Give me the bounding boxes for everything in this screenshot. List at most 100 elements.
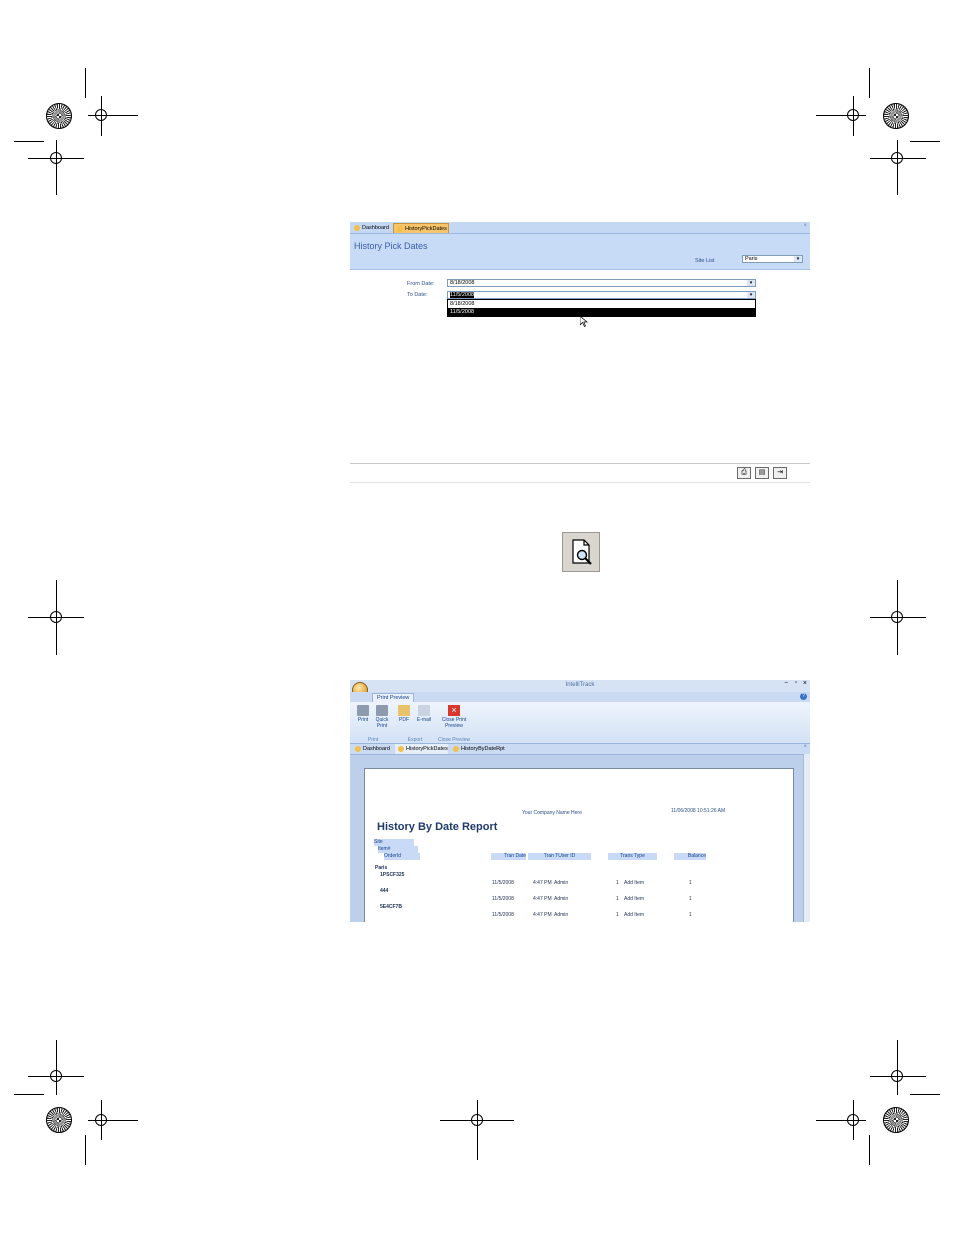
cell-date: 11/5/2008 [492,896,514,902]
to-date-combo[interactable]: 11/5/2008 ▾ [447,291,756,299]
tab-dashboard[interactable]: Dashboard [352,744,394,754]
email-button[interactable]: E-mail [415,705,433,723]
form-footer-divider [350,463,810,464]
chevron-down-icon[interactable]: ▾ [747,280,755,286]
item-number: 444 [380,888,389,894]
print-button[interactable]: Print [355,705,371,723]
form-icon [354,225,360,231]
button-label: Print [357,717,369,723]
help-icon[interactable]: ? [800,693,807,700]
registration-sun-bottom-left [46,1107,72,1133]
cell-time: 4:47 PM [533,880,552,886]
cell-balance: 1 [689,896,692,902]
history-pick-dates-window: Dashboard HistoryPickDates × History Pic… [350,222,810,484]
group-print-label: Print [367,737,379,743]
dropdown-option[interactable]: 8/18/2008 [448,300,755,308]
print-preview-button[interactable] [562,532,600,572]
header-trans-type: Trans Type [608,853,657,860]
pdf-button[interactable]: PDF [397,705,411,723]
quick-print-button[interactable]: Quick Print [373,705,391,729]
cell-user: Admin [554,912,569,918]
form-icon [398,746,404,752]
restore-icon[interactable]: ▫ [795,680,797,686]
header-tran-time-user: Tran TUser ID [528,853,591,860]
report-timestamp: 11/06/2008 10:51:26 AM [671,808,726,814]
registration-sun-top-left [46,103,72,129]
form-icon [355,746,361,752]
header-orderid: OrderId [384,853,420,860]
form-footer-bottom [350,482,810,483]
cell-qty: 1 [616,896,619,902]
from-date-combo[interactable]: 8/18/2008 ▾ [447,279,756,287]
document-tab-bar: Dashboard HistoryPickDates × [350,222,810,234]
from-date-label: From Date: [407,281,435,287]
group-export-label: Export [407,737,423,743]
site-name: Paris [375,865,388,871]
print-preview-icon [572,539,592,565]
company-name: Your Company Name Here [522,810,582,816]
button-label: Print [376,723,388,729]
close-icon[interactable]: × [803,744,807,750]
close-icon[interactable]: × [803,223,807,229]
to-date-dropdown-list[interactable]: 8/18/2008 11/5/2008 [447,299,756,317]
tab-history-by-date-rpt[interactable]: HistoryByDateRpt [450,744,506,754]
to-date-label: To Date: [407,292,428,298]
button-label: E-mail [416,717,432,723]
print-button[interactable]: ▤ [755,467,769,479]
cell-type: Add Item [624,896,645,902]
title-bar: IntelliTrack – ▫ × [350,680,810,692]
to-date-value: 11/5/2008 [450,292,475,298]
chevron-down-icon[interactable]: ▾ [794,256,802,262]
cell-user: Admin [554,880,569,886]
header-site: Site [374,839,414,846]
exit-button[interactable]: ⇥ [773,467,787,479]
cell-user: Admin [554,896,569,902]
header-balance: Balance [674,853,706,860]
minimize-icon[interactable]: – [785,680,788,686]
cell-balance: 1 [689,880,692,886]
cell-qty: 1 [616,880,619,886]
mouse-cursor-icon [580,316,588,327]
report-title: History By Date Report [377,821,498,833]
close-print-preview-button[interactable]: × Close Print Preview [438,705,470,729]
tab-label: HistoryPickDates [406,746,448,752]
cell-time: 4:47 PM [533,912,552,918]
report-page: Your Company Name Here 11/06/2008 10:51:… [364,768,794,922]
tab-history-pick-dates[interactable]: HistoryPickDates [395,744,448,754]
tab-history-pick-dates[interactable]: HistoryPickDates [393,223,449,233]
registration-sun-top-right [883,103,909,129]
cell-type: Add Item [624,912,645,918]
close-icon[interactable]: × [803,680,807,687]
tab-label: Dashboard [362,225,389,231]
tab-dashboard[interactable]: Dashboard [351,223,393,233]
item-number: 5E4CF7B [380,904,402,910]
preview-report-button[interactable]: ⎙ [737,467,751,479]
registration-sun-bottom-right [883,1107,909,1133]
chevron-down-icon[interactable]: ▾ [747,292,755,298]
tab-label: HistoryByDateRpt [461,746,505,752]
pdf-icon [398,705,410,716]
cell-balance: 1 [689,912,692,918]
dropdown-option-selected[interactable]: 11/5/2008 [448,308,755,316]
document-tab-bar: Dashboard HistoryPickDates HistoryByDate… [350,744,810,755]
quick-printer-icon [376,705,388,716]
cell-date: 11/5/2008 [492,912,514,918]
site-list-value: Paris [745,256,758,262]
site-list-combo[interactable]: Paris ▾ [742,255,803,263]
header-item: Item# [378,846,418,853]
page-title: History Pick Dates [354,241,428,251]
button-label: Preview [445,723,463,729]
header-tran-date: Tran Date [491,853,526,860]
group-close-label: Close Preview [438,737,470,743]
printer-icon [357,705,369,716]
ribbon: Print Quick Print PDF E-mail × Close Pri… [350,702,810,744]
tab-label: Dashboard [363,746,390,752]
form-icon [397,226,403,232]
vertical-scrollbar[interactable] [803,754,810,922]
from-date-value: 8/18/2008 [450,280,475,286]
cell-qty: 1 [616,912,619,918]
app-title: IntelliTrack [565,682,595,688]
button-label: PDF [399,717,409,723]
item-number: 1PSCF325 [380,872,405,878]
report-icon [453,746,459,752]
